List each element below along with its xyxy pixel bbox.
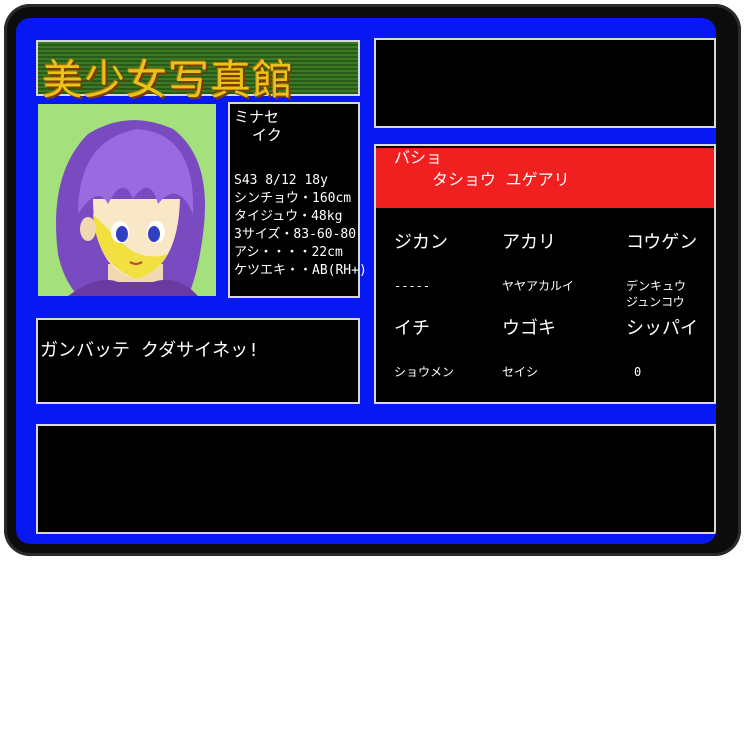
character-foot-size: アシ・・・・22cm xyxy=(234,245,343,260)
location-bar: バショ タショウ ユゲアリ xyxy=(376,148,714,208)
dialogue-text: ガンバッテ クダサイネッ! xyxy=(40,340,259,361)
character-portrait xyxy=(38,104,216,296)
value-light-source-2: ジュンコウ xyxy=(626,295,685,309)
header-failures: シッパイ xyxy=(626,318,698,339)
value-light-source-1: デンキュウ xyxy=(626,279,687,293)
header-light-source: コウゲン xyxy=(626,232,698,253)
character-weight: タイジュウ・48kg xyxy=(234,209,343,224)
value-motion: セイシ xyxy=(502,365,539,379)
shot-info-panel: バショ タショウ ユゲアリ ジカン アカリ コウゲン ----- ヤヤアカルイ … xyxy=(376,146,714,402)
game-screen: 美少女写真館 ミナセ イク S43 8/12 18y シンチョウ・160cm タ… xyxy=(16,18,716,544)
header-motion: ウゴキ xyxy=(502,318,556,339)
command-window[interactable] xyxy=(38,426,714,532)
crt-monitor-frame: 美少女写真館 ミナセ イク S43 8/12 18y シンチョウ・160cm タ… xyxy=(4,4,741,556)
value-light: ヤヤアカルイ xyxy=(502,279,575,293)
character-blood-type: ケツエキ・・AB(RH+) xyxy=(234,263,367,278)
value-time: ----- xyxy=(394,279,431,293)
character-name-family: ミナセ xyxy=(234,108,280,126)
character-name-given: イク xyxy=(252,126,282,144)
value-failures: 0 xyxy=(634,365,642,379)
header-position: イチ xyxy=(394,318,430,339)
game-title-banner: 美少女写真館 xyxy=(38,42,358,104)
character-three-sizes: 3サイズ・83-60-80 xyxy=(234,227,357,242)
value-position: ショウメン xyxy=(394,365,455,379)
dialogue-box: ガンバッテ クダサイネッ! xyxy=(38,320,358,402)
location-label: バショ xyxy=(394,148,443,167)
header-time: ジカン xyxy=(394,232,448,253)
character-birth: S43 8/12 18y xyxy=(234,173,328,188)
header-light: アカリ xyxy=(502,232,556,253)
top-right-panel xyxy=(376,40,714,126)
character-height: シンチョウ・160cm xyxy=(234,191,352,206)
game-title: 美少女写真館 xyxy=(42,56,294,104)
portrait-illustration xyxy=(38,104,216,296)
location-value: タショウ ユゲアリ xyxy=(432,170,570,189)
character-stats-panel: ミナセ イク S43 8/12 18y シンチョウ・160cm タイジュウ・48… xyxy=(230,104,367,296)
